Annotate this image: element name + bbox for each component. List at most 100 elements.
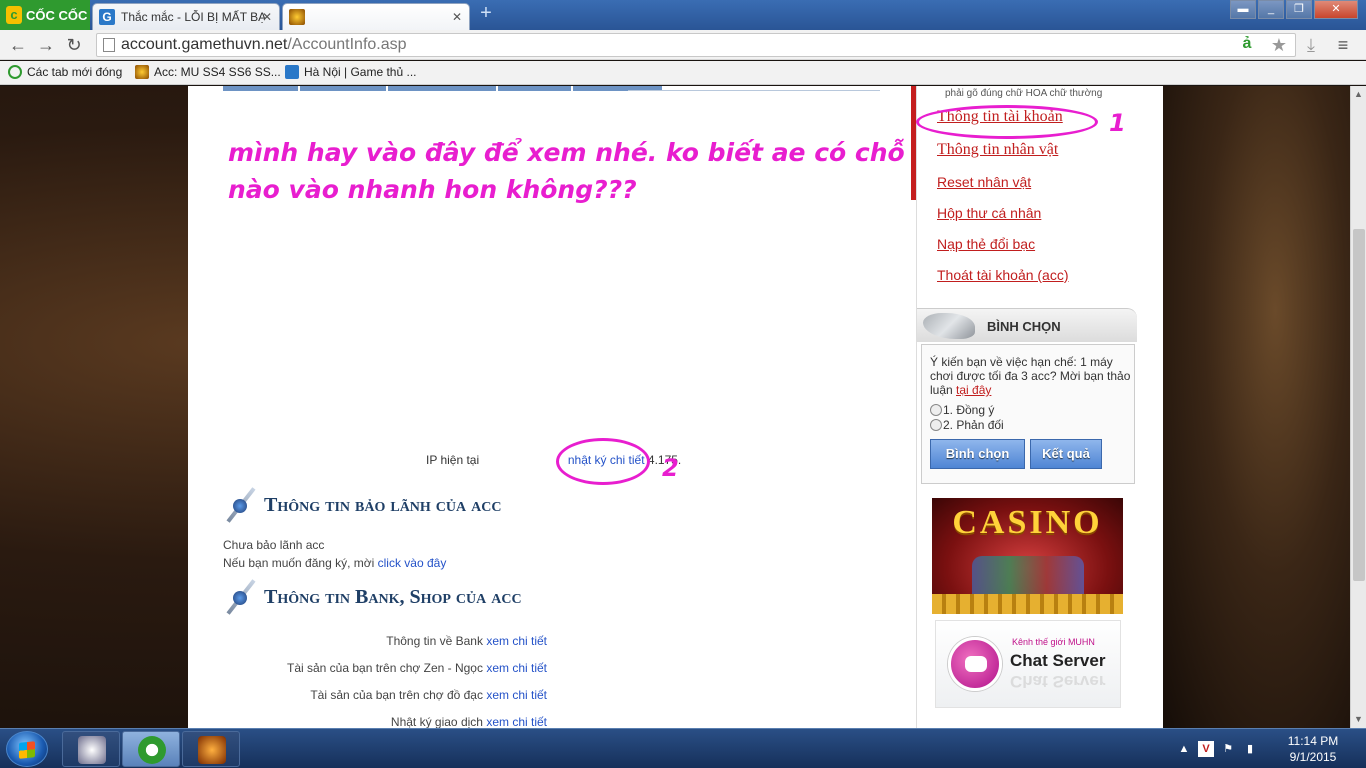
- sword-icon: [222, 482, 260, 528]
- close-window-button[interactable]: ✕: [1314, 0, 1358, 19]
- guarantee-status: Chưa bảo lãnh acc: [223, 538, 325, 552]
- bank-row: Thông tin về Bank xem chi tiết: [222, 634, 547, 648]
- chat-server-banner[interactable]: Kênh thế giới MUHN Chat Server Chat Serv…: [935, 620, 1121, 708]
- vietnamese-keyboard-icon[interactable]: V: [1198, 741, 1214, 757]
- page-viewport: mình hay vào đây để xem nhé. ko biết ae …: [0, 86, 1350, 728]
- vote-option-disagree[interactable]: 2. Phản đối: [930, 418, 1004, 432]
- scroll-thumb[interactable]: [1353, 229, 1365, 581]
- taskbar-coccoc[interactable]: [122, 731, 180, 767]
- vote-question: Ý kiến bạn về việc hạn chế: 1 máy chơi đ…: [930, 355, 1132, 397]
- radio-button[interactable]: [930, 404, 942, 416]
- main-content: mình hay vào đây để xem nhé. ko biết ae …: [188, 86, 1163, 728]
- top-menu-strip: [223, 86, 880, 92]
- window-controls: ▬ _ ❐ ✕: [1228, 0, 1358, 19]
- result-button[interactable]: Kết quả: [1030, 439, 1102, 469]
- close-tab-icon[interactable]: ✕: [452, 10, 462, 24]
- guarantee-register-line: Nếu bạn muốn đăng ký, mời click vào đây: [223, 556, 446, 570]
- section-heading: Thông tin Bank, Shop của acc: [264, 585, 522, 608]
- taskbar-clock[interactable]: 11:14 PM 9/1/2015: [1280, 733, 1346, 765]
- scroll-up-arrow-icon[interactable]: ▲: [1354, 89, 1363, 99]
- download-icon[interactable]: ⤓: [1300, 35, 1322, 56]
- vote-header: BÌNH CHỌN: [917, 308, 1137, 342]
- gamethu-favicon-icon: G: [99, 9, 115, 25]
- page-icon: [103, 38, 115, 52]
- menu-tab[interactable]: [223, 86, 298, 91]
- bank-row: Tài sản của bạn trên chợ Zen - Ngọc xem …: [222, 661, 547, 675]
- page-scrollbar[interactable]: ▲ ▼: [1350, 86, 1366, 728]
- browser-logo[interactable]: c CỐC CỐC: [0, 0, 90, 30]
- windows-logo-icon: [19, 741, 35, 759]
- menu-tab[interactable]: [388, 86, 496, 91]
- vote-option-agree[interactable]: 1. Đồng ý: [930, 403, 994, 417]
- register-link[interactable]: click vào đây: [378, 556, 447, 570]
- star-bookmark-icon[interactable]: ★: [1268, 35, 1290, 56]
- right-sidebar: phải gõ đúng chữ HOA chữ thường Thông ti…: [916, 86, 1137, 728]
- tab-account[interactable]: ✕: [282, 3, 470, 30]
- zen-market-detail-link[interactable]: xem chi tiết: [486, 661, 547, 675]
- url-host: account.gamethuvn.net: [121, 36, 288, 53]
- sidebar-item-mailbox[interactable]: Hộp thư cá nhân: [937, 205, 1041, 221]
- sidebar-item-topup[interactable]: Nạp thẻ đổi bạc: [937, 236, 1035, 252]
- radio-button[interactable]: [930, 419, 942, 431]
- clock-date: 9/1/2015: [1289, 750, 1337, 764]
- browser-brand: CỐC CỐC: [26, 7, 88, 23]
- forward-arrow-icon[interactable]: →: [36, 35, 56, 55]
- url-path: /AccountInfo.asp: [287, 36, 407, 53]
- taskbar-mu-game[interactable]: [62, 731, 120, 767]
- sidebar-item-reset-character[interactable]: Reset nhân vật: [937, 174, 1031, 190]
- clock-time: 11:14 PM: [1287, 734, 1339, 748]
- coins-image: [932, 594, 1123, 614]
- tab-forum[interactable]: G Thắc mắc - LỖI BỊ MẤT BẠC ✕: [92, 3, 280, 30]
- show-hidden-icons-icon[interactable]: ▲: [1176, 741, 1192, 757]
- casino-banner[interactable]: CASINO: [932, 498, 1123, 614]
- bookmark-label: Hà Nội | Game thủ ...: [304, 65, 417, 79]
- menu-tab[interactable]: [300, 86, 386, 91]
- sword-icon: [222, 574, 260, 620]
- menu-icon[interactable]: ≡: [1332, 35, 1354, 56]
- tab-title: Thắc mắc - LỖI BỊ MẤT BẠC: [121, 10, 265, 24]
- windows-taskbar: ▲ V ⚑ ▮ 11:14 PM 9/1/2015: [0, 728, 1366, 768]
- transaction-log-link[interactable]: xem chi tiết: [486, 715, 547, 728]
- action-center-icon[interactable]: ⚑: [1220, 741, 1236, 757]
- discussion-link[interactable]: tại đây: [956, 383, 991, 397]
- register-text: Nếu bạn muốn đăng ký, mời: [223, 556, 375, 570]
- vietnamese-input-icon[interactable]: ả: [1236, 35, 1258, 56]
- menu-icon[interactable]: ▬: [1230, 0, 1256, 19]
- item-market-detail-link[interactable]: xem chi tiết: [486, 688, 547, 702]
- casino-banner-text: CASINO: [952, 504, 1103, 541]
- background-art-right: [1163, 86, 1350, 728]
- menu-tab[interactable]: [498, 86, 571, 91]
- minimize-button[interactable]: _: [1258, 0, 1284, 19]
- case-sensitive-hint: phải gõ đúng chữ HOA chữ thường: [945, 88, 1103, 99]
- taskbar-mu-launcher[interactable]: [182, 731, 240, 767]
- mu-game-icon: [78, 736, 106, 764]
- address-bar: ← → ↻ account.gamethuvn.net/AccountInfo.…: [0, 30, 1366, 60]
- coccoc-icon: [138, 736, 166, 764]
- scroll-down-arrow-icon[interactable]: ▼: [1354, 714, 1363, 724]
- start-button[interactable]: [6, 731, 48, 767]
- close-tab-icon[interactable]: ✕: [262, 10, 272, 24]
- chat-bubble-icon: [948, 637, 1002, 691]
- bookmark-recent-tabs[interactable]: Các tab mới đóng: [8, 65, 122, 79]
- bookmark-mu-acc[interactable]: Acc: MU SS4 SS6 SS...: [135, 65, 281, 79]
- mu-favicon-icon: [135, 65, 149, 79]
- network-signal-icon[interactable]: ▮: [1242, 741, 1258, 757]
- url-input[interactable]: account.gamethuvn.net/AccountInfo.asp: [96, 33, 1296, 57]
- sidebar-item-character-info[interactable]: Thông tin nhân vật: [937, 141, 1058, 159]
- back-arrow-icon[interactable]: ←: [8, 35, 28, 55]
- bookmark-label: Các tab mới đóng: [27, 65, 123, 79]
- vote-button[interactable]: Bình chọn: [930, 439, 1025, 469]
- maximize-button[interactable]: ❐: [1286, 0, 1312, 19]
- bank-row: Tài sản của bạn trên chợ đồ đạc xem chi …: [222, 688, 547, 702]
- mu-launcher-icon: [198, 736, 226, 764]
- sidebar-item-logout[interactable]: Thoát tài khoản (acc): [937, 267, 1069, 283]
- bank-row-label: Thông tin về Bank: [386, 634, 483, 648]
- option-label: 1. Đồng ý: [943, 403, 995, 417]
- chat-banner-reflection: Chat Server: [1010, 672, 1106, 691]
- divider: [628, 90, 880, 91]
- bookmark-label: Acc: MU SS4 SS6 SS...: [154, 65, 281, 79]
- reload-icon[interactable]: ↻: [64, 35, 84, 55]
- new-tab-button[interactable]: +: [474, 3, 498, 24]
- bookmark-hanoi-gamethu[interactable]: Hà Nội | Game thủ ...: [285, 65, 417, 79]
- bank-detail-link[interactable]: xem chi tiết: [486, 634, 547, 648]
